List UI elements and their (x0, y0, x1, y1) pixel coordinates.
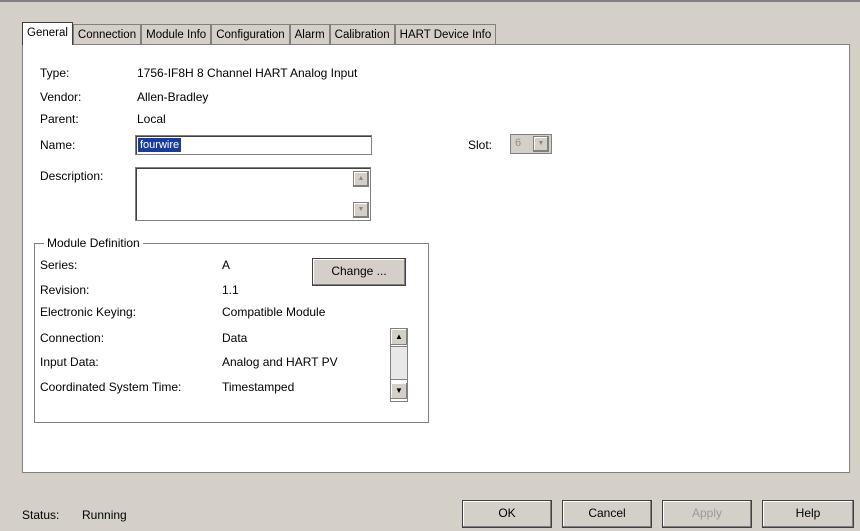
dialog-footer: Status: Running OK Cancel Apply Help (0, 478, 860, 531)
tab-module-info[interactable]: Module Info (141, 24, 212, 45)
revision-value: 1.1 (222, 283, 239, 297)
change-button[interactable]: Change ... (312, 258, 406, 286)
tab-general[interactable]: General (22, 22, 73, 45)
slot-label: Slot: (468, 138, 493, 152)
description-label: Description: (40, 169, 104, 183)
series-value: A (222, 258, 231, 272)
scroll-down-icon[interactable]: ▼ (391, 383, 407, 399)
apply-button[interactable]: Apply (662, 500, 752, 528)
window-top-border (0, 0, 860, 2)
scrollbar-thumb[interactable] (391, 346, 407, 380)
ok-button[interactable]: OK (462, 500, 552, 528)
connection-label: Connection: (40, 331, 105, 345)
tab-configuration[interactable]: Configuration (211, 24, 290, 45)
name-field-value: fourwire (138, 138, 182, 152)
module-definition-title: Module Definition (44, 236, 143, 250)
coordinated-system-time-value: Timestamped (222, 380, 295, 394)
help-button[interactable]: Help (762, 500, 854, 528)
type-value: 1756-IF8H 8 Channel HART Analog Input (137, 66, 358, 80)
name-field[interactable]: fourwire (135, 135, 372, 155)
parent-value: Local (137, 112, 166, 126)
slot-value: 6 (515, 137, 522, 149)
input-data-value: Analog and HART PV (222, 355, 338, 369)
parent-label: Parent: (40, 112, 79, 126)
scroll-up-icon[interactable]: ▲ (353, 171, 369, 187)
series-label: Series: (40, 258, 78, 272)
tab-strip: General Connection Module Info Configura… (22, 22, 497, 45)
revision-label: Revision: (40, 283, 90, 297)
connection-value: Data (222, 331, 248, 345)
tab-connection[interactable]: Connection (72, 24, 142, 45)
module-definition-scrollbar[interactable]: ▲ ▼ (390, 328, 408, 402)
status-label: Status: (22, 508, 60, 522)
input-data-label: Input Data: (40, 355, 99, 369)
scroll-up-icon[interactable]: ▲ (391, 329, 407, 345)
name-label: Name: (40, 138, 76, 152)
electronic-keying-value: Compatible Module (222, 305, 326, 319)
tab-hart-device-info[interactable]: HART Device Info (394, 24, 497, 45)
chevron-down-icon[interactable]: ▼ (533, 136, 549, 152)
type-label: Type: (40, 66, 70, 80)
coordinated-system-time-label: Coordinated System Time: (40, 380, 182, 394)
slot-select[interactable]: 6 ▼ (510, 134, 552, 154)
electronic-keying-label: Electronic Keying: (40, 305, 137, 319)
tab-alarm[interactable]: Alarm (289, 24, 330, 45)
vendor-label: Vendor: (40, 90, 82, 104)
status-value: Running (82, 508, 127, 522)
cancel-button[interactable]: Cancel (562, 500, 652, 528)
tab-calibration[interactable]: Calibration (329, 24, 395, 45)
vendor-value: Allen-Bradley (137, 90, 209, 104)
scroll-down-icon[interactable]: ▼ (353, 202, 369, 218)
description-field[interactable]: ▲ ▼ (135, 167, 371, 221)
